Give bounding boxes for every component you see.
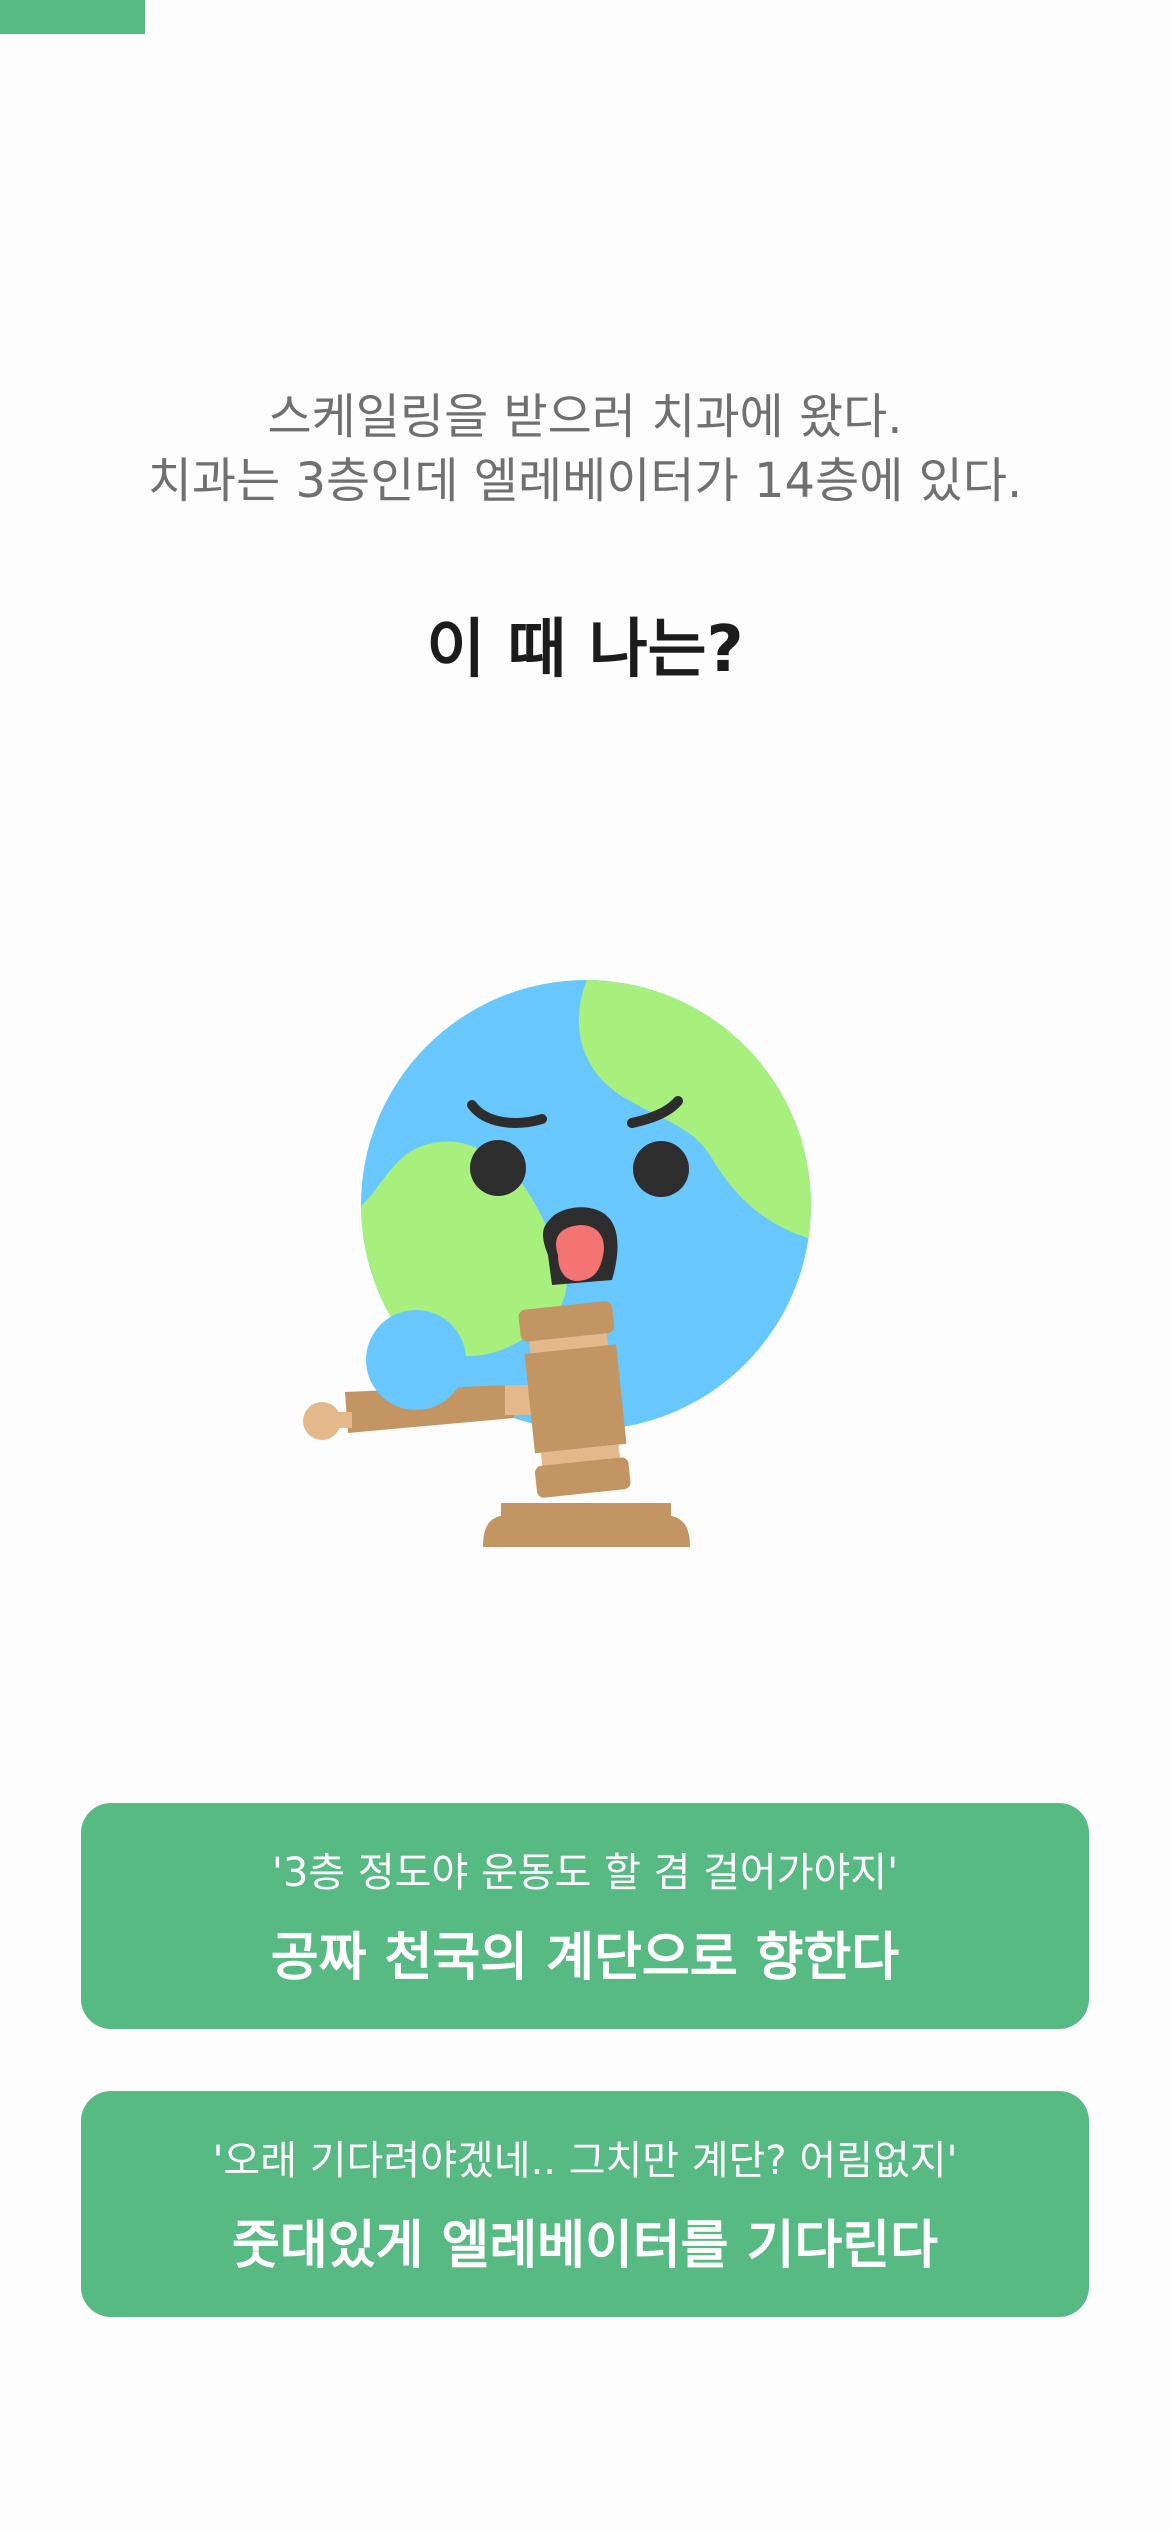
mouth-icon	[543, 1207, 618, 1285]
choice-2-quote: '오래 기다려야겠네.. 그치만 계단? 어림없지'	[212, 2138, 958, 2184]
ball-icon	[366, 1310, 466, 1410]
question-line-2: 치과는 3층인데 엘레베이터가 14층에 있다.	[147, 453, 1023, 509]
earth-character-with-gavel-icon	[303, 980, 811, 1547]
question-text: 스케일링을 받으러 치과에 왔다. 치과는 3층인데 엘레베이터가 14층에 있…	[0, 385, 1170, 513]
choice-1-quote: '3층 정도야 운동도 할 겸 걸어가야지'	[271, 1850, 899, 1896]
gavel-base-icon	[483, 1503, 690, 1547]
question-line-1: 스케일링을 받으러 치과에 왔다.	[267, 389, 903, 445]
choice-button-2[interactable]: '오래 기다려야겠네.. 그치만 계단? 어림없지' 줏대있게 엘레베이터를 기…	[81, 2091, 1089, 2317]
question-prompt: 이 때 나는?	[426, 613, 744, 687]
choice-button-1[interactable]: '3층 정도야 운동도 할 겸 걸어가야지' 공짜 천국의 계단으로 향한다	[81, 1803, 1089, 2029]
quiz-screen: 스케일링을 받으러 치과에 왔다. 치과는 3층인데 엘레베이터가 14층에 있…	[0, 0, 1170, 2532]
choice-2-action: 줏대있게 엘레베이터를 기다린다	[232, 2216, 938, 2276]
progress-bar	[0, 0, 1170, 34]
progress-bar-fill	[0, 0, 146, 34]
right-eye-icon	[633, 1141, 689, 1197]
left-eye-icon	[470, 1140, 526, 1196]
choice-1-action: 공짜 천국의 계단으로 향한다	[270, 1928, 900, 1988]
